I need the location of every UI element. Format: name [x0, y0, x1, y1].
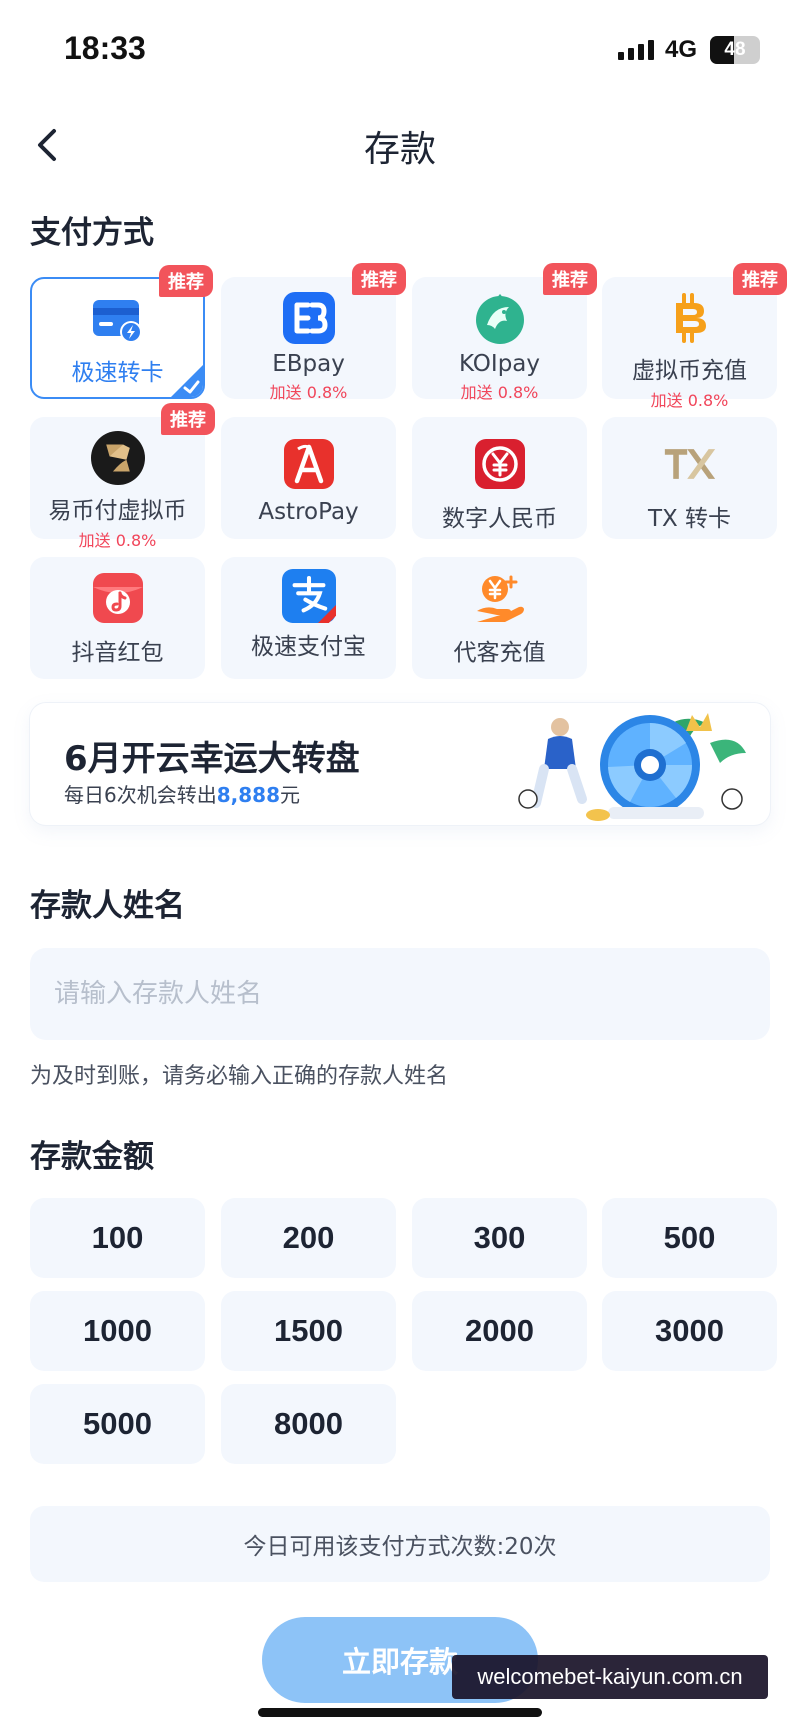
- yibifu-icon: [90, 431, 145, 485]
- payment-method-label: AstroPay: [258, 499, 359, 525]
- promo-subtitle-prefix: 每日6次机会转出: [64, 783, 217, 807]
- payment-method-yibifu[interactable]: 易币付虚拟币 加送 0.8% 推荐: [30, 403, 215, 550]
- payment-method-label: 代客充值: [453, 640, 546, 666]
- tx-logo-icon: [663, 437, 717, 491]
- amount-option[interactable]: 8000: [221, 1384, 396, 1464]
- signal-icon: [618, 38, 654, 60]
- payment-section-title: 支付方式: [30, 215, 154, 251]
- depositor-name-input[interactable]: [30, 948, 770, 1040]
- selected-check-icon: [171, 365, 203, 397]
- payment-method-label: 极速支付宝: [251, 634, 366, 660]
- payment-method-agent[interactable]: 代客充值: [412, 557, 587, 679]
- amount-option[interactable]: 1500: [221, 1291, 396, 1371]
- home-indicator: [258, 1708, 542, 1717]
- page-title: 存款: [363, 129, 436, 170]
- payment-method-astropay[interactable]: AstroPay: [221, 417, 396, 539]
- amount-option[interactable]: 300: [412, 1198, 587, 1278]
- card-lightning-icon: [91, 293, 145, 347]
- depositor-name-hint: 为及时到账，请务必输入正确的存款人姓名: [30, 1064, 449, 1089]
- amount-option[interactable]: 500: [602, 1198, 777, 1278]
- bitcoin-icon: [663, 291, 717, 345]
- payment-method-tx-card[interactable]: TX 转卡: [602, 417, 777, 539]
- payment-method-digital-rmb[interactable]: 数字人民币: [412, 417, 587, 539]
- battery-icon: 48: [710, 36, 760, 64]
- promo-title: 6月开云幸运大转盘: [64, 739, 360, 779]
- koi-fish-icon: [473, 291, 527, 345]
- amount-option[interactable]: 2000: [412, 1291, 587, 1371]
- daily-usage-info: 今日可用该支付方式次数:20次: [30, 1506, 770, 1582]
- nav-bar: 存款: [0, 110, 800, 180]
- recommend-badge: 推荐: [543, 263, 597, 295]
- amount-option[interactable]: 3000: [602, 1291, 777, 1371]
- digital-rmb-icon: [473, 437, 527, 491]
- payment-method-label: EBpay: [272, 351, 345, 377]
- payment-method-label: 虚拟币充值: [632, 358, 747, 384]
- payment-method-label: 易币付虚拟币: [48, 498, 187, 524]
- bonus-text: 加送 0.8%: [460, 383, 539, 402]
- bonus-text: 加送 0.8%: [269, 383, 348, 402]
- amount-option[interactable]: 1000: [30, 1291, 205, 1371]
- depositor-name-field: [30, 948, 770, 1040]
- payment-method-alipay[interactable]: 极速支付宝: [221, 557, 396, 679]
- promo-subtitle-suffix: 元: [280, 783, 300, 807]
- hand-coin-icon: [473, 571, 527, 625]
- recommend-badge: 推荐: [161, 403, 215, 435]
- astropay-icon: [282, 437, 336, 491]
- status-time: 18:33: [64, 30, 146, 66]
- payment-method-fast-card[interactable]: 极速转卡 推荐: [30, 265, 213, 399]
- amount-option[interactable]: 5000: [30, 1384, 205, 1464]
- payment-method-ebpay[interactable]: EBpay 加送 0.8% 推荐: [221, 263, 406, 402]
- status-bar: 18:33 4G 48: [0, 0, 800, 100]
- amount-option[interactable]: 200: [221, 1198, 396, 1278]
- deposit-page: 18:33 4G 48 存款 支付方式 极速转卡 推荐 EBpay 加送 0.8…: [0, 0, 800, 1731]
- ebpay-icon: [282, 291, 336, 345]
- recommend-badge: 推荐: [352, 263, 406, 295]
- bonus-text: 加送 0.8%: [650, 391, 729, 410]
- payment-method-label: 数字人民币: [442, 506, 557, 532]
- payment-method-label: 抖音红包: [71, 640, 164, 666]
- lucky-wheel-banner[interactable]: 6月开云幸运大转盘 每日6次机会转出8,888元: [30, 703, 770, 825]
- payment-method-douyin[interactable]: 抖音红包: [30, 557, 205, 679]
- amount-option[interactable]: 100: [30, 1198, 205, 1278]
- battery-level: 48: [724, 39, 746, 60]
- payment-method-label: KOIpay: [458, 351, 541, 377]
- depositor-name-title: 存款人姓名: [30, 888, 185, 924]
- douyin-redpacket-icon: [91, 571, 145, 625]
- lucky-wheel-illustration: [518, 713, 746, 821]
- payment-method-label: 极速转卡: [71, 360, 164, 386]
- payment-method-koipay[interactable]: KOIpay 加送 0.8% 推荐: [412, 263, 597, 402]
- alipay-icon: [281, 569, 336, 623]
- amount-section-title: 存款金额: [30, 1139, 154, 1175]
- promo-subtitle: 每日6次机会转出8,888元: [64, 779, 300, 808]
- payment-method-label: TX 转卡: [647, 506, 732, 532]
- payment-method-crypto[interactable]: 虚拟币充值 加送 0.8% 推荐: [602, 263, 787, 410]
- recommend-badge: 推荐: [733, 263, 787, 295]
- bonus-text: 加送 0.8%: [78, 531, 157, 550]
- promo-amount: 8,888: [216, 783, 280, 807]
- recommend-badge: 推荐: [159, 265, 213, 297]
- network-type: 4G: [665, 36, 698, 63]
- watermark: welcomebet-kaiyun.com.cn: [452, 1655, 768, 1699]
